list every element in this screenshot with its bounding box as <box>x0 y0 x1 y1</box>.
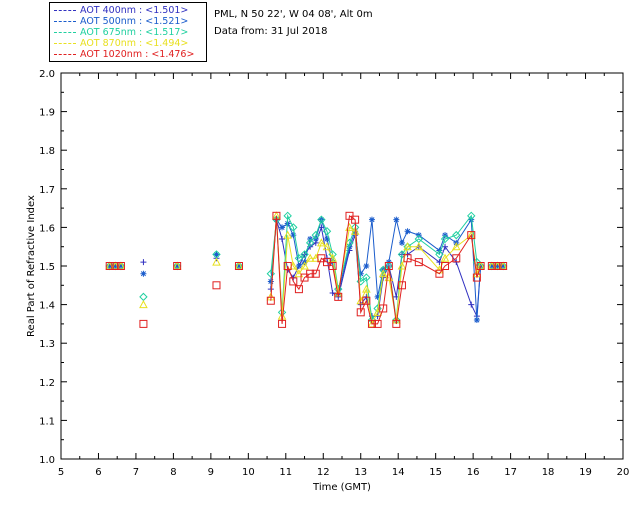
y-tick-label: 1.5 <box>39 262 55 273</box>
x-tick-label: 18 <box>542 467 555 478</box>
data-point <box>139 300 148 309</box>
data-point <box>140 259 147 266</box>
x-tick-label: 6 <box>95 467 101 478</box>
x-tick-label: 14 <box>392 467 405 478</box>
x-tick-label: 20 <box>617 467 630 478</box>
data-point <box>279 224 286 231</box>
x-tick-label: 16 <box>467 467 480 478</box>
plot-frame <box>60 72 624 460</box>
series-4 <box>105 211 508 328</box>
y-tick-label: 1.8 <box>39 146 55 157</box>
series-2 <box>105 211 508 325</box>
data-point <box>212 281 221 290</box>
series-layer <box>105 211 508 328</box>
series-0 <box>106 216 507 320</box>
data-point <box>368 216 375 223</box>
data-point <box>398 239 405 246</box>
x-tick-label: 10 <box>242 467 255 478</box>
y-tick-label: 1.4 <box>39 301 55 312</box>
data-point <box>140 270 147 277</box>
x-tick-label: 15 <box>429 467 442 478</box>
y-tick-label: 1.0 <box>39 455 55 466</box>
y-tick-label: 1.7 <box>39 185 55 196</box>
x-tick-label: 13 <box>354 467 367 478</box>
data-point <box>279 235 286 242</box>
y-axis-label: Real Part of Refractive Index <box>26 195 37 337</box>
x-tick-label: 9 <box>208 467 214 478</box>
x-tick-label: 7 <box>133 467 139 478</box>
data-point <box>468 301 475 308</box>
data-point <box>393 216 400 223</box>
data-point <box>363 263 370 269</box>
y-tick-label: 1.1 <box>39 416 55 427</box>
data-point <box>139 292 148 302</box>
y-tick-label: 1.3 <box>39 339 55 350</box>
data-point <box>473 317 480 324</box>
y-tick-label: 1.2 <box>39 378 55 389</box>
y-tick-label: 2.0 <box>39 69 55 80</box>
x-tick-label: 12 <box>317 467 330 478</box>
y-tick-label: 1.9 <box>39 108 55 119</box>
x-tick-label: 8 <box>170 467 176 478</box>
refractive-index-chart: 5 6 7 8 9 10 11 12 13 14 15 16 17 18 19 20 1.0 1.1 1.2 1.3 1… <box>26 69 630 493</box>
data-point <box>139 319 148 328</box>
x-tick-label: 19 <box>579 467 592 478</box>
x-axis-label: Time (GMT) <box>312 482 371 493</box>
data-point <box>212 257 221 266</box>
data-point <box>267 278 274 285</box>
x-tick-label: 17 <box>504 467 517 478</box>
x-tick-label: 5 <box>58 467 64 478</box>
y-tick-label: 1.6 <box>39 223 55 234</box>
x-tick-label: 11 <box>279 467 292 478</box>
data-point <box>404 228 411 235</box>
